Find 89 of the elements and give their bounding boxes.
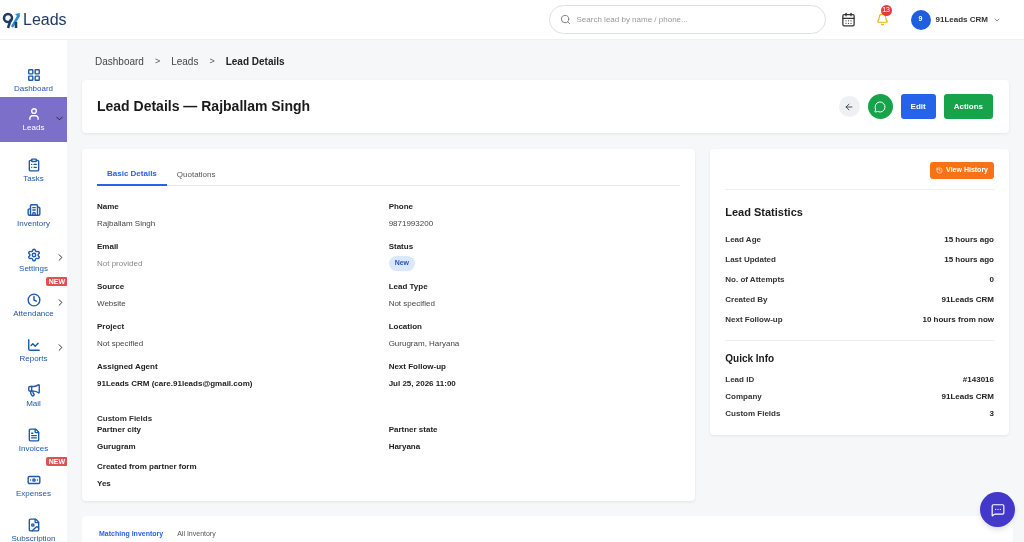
breadcrumb-separator: >	[209, 54, 215, 68]
stat-label: Last Updated	[725, 253, 776, 266]
edit-button[interactable]: Edit	[900, 94, 936, 119]
field-label: Partner city	[97, 424, 142, 436]
banknote-icon	[26, 473, 41, 487]
sidebar-item[interactable]: Dashboard	[0, 62, 67, 97]
field-label: Next Follow-up	[388, 361, 446, 373]
field-label: Lead Type	[388, 281, 428, 293]
section-heading: Custom Fields	[97, 414, 153, 423]
chat-bubble-icon	[874, 100, 887, 113]
breadcrumb-link[interactable]: Leads	[171, 54, 199, 69]
chat-button[interactable]	[980, 492, 1015, 527]
field-label: Email	[97, 241, 119, 253]
field-label: Partner state	[388, 424, 438, 436]
building-icon	[26, 203, 41, 217]
field-value: 9871993200	[388, 218, 434, 230]
field-label: Phone	[388, 201, 414, 213]
section-heading: Lead Statistics	[725, 205, 804, 220]
breadcrumb-current: Lead Details	[225, 55, 285, 69]
info-value: 3	[989, 408, 994, 420]
field-label: Project	[97, 321, 125, 333]
sidebar-item[interactable]: Settings	[0, 242, 67, 277]
stat-label: Lead Age	[725, 233, 761, 246]
info-label: Custom Fields	[725, 408, 781, 420]
field-value: Not specified	[97, 338, 144, 350]
field-label: Assigned Agent	[97, 361, 158, 373]
grid-icon	[26, 68, 41, 82]
chat-icon	[990, 502, 1005, 517]
chevron-right-icon	[55, 252, 66, 263]
info-label: Lead ID	[725, 374, 755, 386]
field-value: Gurugram, Haryana	[388, 338, 460, 350]
clipboard-icon	[26, 158, 41, 172]
stat-value: 15 hours ago	[944, 233, 994, 246]
chart-icon	[26, 338, 41, 352]
field-value: Jul 25, 2026 11:00	[388, 378, 456, 390]
field-label: Created from partner form	[97, 461, 197, 473]
info-value: #143016	[962, 374, 994, 386]
calendar-icon[interactable]	[840, 12, 856, 27]
arrow-left-icon	[844, 101, 855, 112]
tab[interactable]: Quotations	[166, 163, 226, 186]
sidebar-item[interactable]: Attendance	[0, 287, 67, 322]
field-value: Website	[97, 298, 126, 310]
field-label: Location	[388, 321, 422, 333]
sidebar-item[interactable]: Invoices	[0, 422, 67, 457]
whatsapp-button[interactable]	[867, 94, 893, 119]
breadcrumb-link[interactable]: Dashboard	[95, 54, 144, 69]
stat-label: No. of Attempts	[725, 273, 785, 286]
search-icon	[559, 14, 571, 25]
file-icon	[26, 518, 41, 532]
field-value: Haryana	[388, 441, 421, 453]
megaphone-icon	[26, 383, 41, 397]
stat-value: 91Leads CRM	[941, 293, 994, 306]
field-value: Not specified	[388, 298, 435, 310]
field-label: Name	[97, 201, 119, 213]
history-icon	[936, 167, 944, 174]
document-icon	[26, 428, 41, 442]
page-title: Lead Details — Rajballam Singh	[97, 97, 312, 116]
field-label: Status	[388, 241, 414, 253]
info-value: 91Leads CRM	[941, 391, 994, 403]
sidebar-item[interactable]: Inventory	[0, 197, 67, 232]
sidebar-item[interactable]: Leads	[0, 97, 67, 142]
sidebar-item[interactable]: Mail	[0, 377, 67, 412]
field-value: Rajballam Singh	[97, 218, 156, 230]
sidebar-item[interactable]: Tasks	[0, 152, 67, 187]
sidebar-item[interactable]: Subscription	[0, 512, 67, 542]
section-heading: Quick Info	[725, 351, 776, 366]
stat-value: 10 hours from now	[922, 313, 994, 326]
clock-icon	[26, 293, 41, 307]
bell-icon[interactable]	[875, 13, 889, 26]
search-input[interactable]: Search lead by name / phone...	[576, 13, 815, 26]
tab[interactable]: Basic Details	[97, 163, 167, 186]
sidebar-item[interactable]: Expenses	[0, 467, 67, 502]
stat-label: Created By	[725, 293, 768, 306]
field-label: Source	[97, 281, 125, 293]
stat-label: Next Follow-up	[725, 313, 783, 326]
stat-value: 15 hours ago	[944, 253, 994, 266]
field-value: Gurugram	[97, 441, 136, 453]
back-button[interactable]	[838, 96, 860, 117]
stat-value: 0	[989, 273, 994, 286]
user-icon	[26, 107, 41, 121]
field-value: 91Leads CRM (care.91leads@gmail.com)	[97, 378, 253, 390]
field-value: Not provided	[97, 258, 143, 270]
brand-logo[interactable]: Leads	[0, 9, 67, 30]
sidebar-item[interactable]: Reports	[0, 332, 67, 367]
user-name: 91Leads CRM	[935, 13, 988, 26]
info-label: Company	[725, 391, 762, 403]
field-value: Yes	[97, 478, 111, 490]
breadcrumb-separator: >	[154, 54, 161, 68]
settings-icon	[26, 248, 41, 262]
